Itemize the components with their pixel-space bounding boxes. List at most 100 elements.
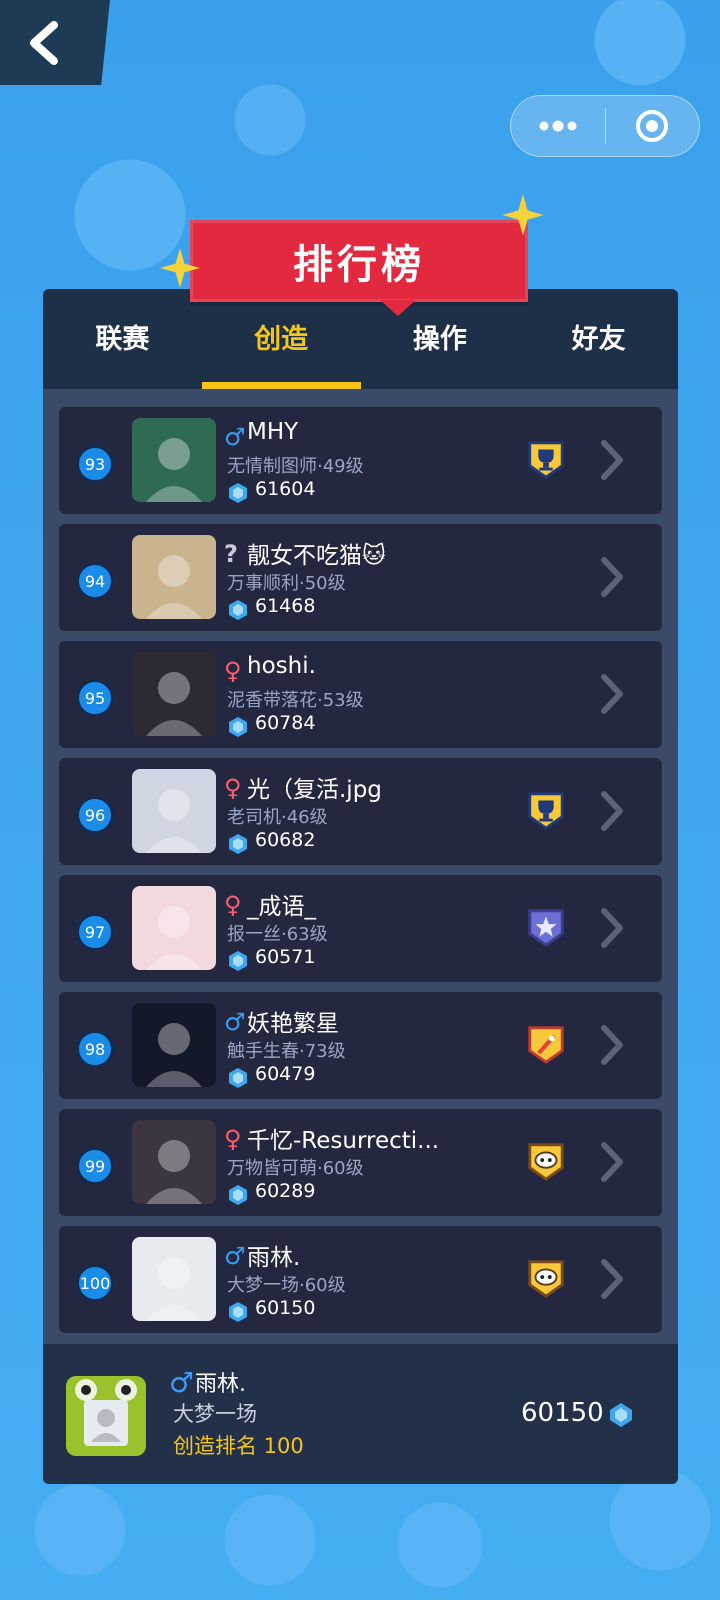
chevron-right-icon — [601, 908, 623, 948]
male-icon: ♂ — [169, 1366, 195, 1399]
avatar — [66, 1376, 146, 1456]
gem-icon — [229, 1185, 247, 1205]
tab-league[interactable]: 联赛 — [43, 289, 202, 389]
user-title: 报一丝·63级 — [227, 924, 328, 945]
chevron-right-icon — [601, 791, 623, 831]
more-dots-icon — [539, 120, 577, 132]
avatar — [132, 769, 216, 853]
user-title: 泥香带落花·53级 — [227, 690, 364, 711]
rank-number: 99 — [77, 1148, 113, 1184]
list-item[interactable]: 99 ♀ 千忆-Resurrecti... 万物皆可萌·60级 60289 — [59, 1109, 662, 1216]
user-name: _成语_ — [247, 894, 316, 920]
user-score: 60682 — [255, 829, 316, 851]
male-icon: ♂ — [224, 1008, 246, 1036]
ranking-list[interactable]: 93 ♂ MHY 无情制图师·49级 61604 94 ? 靓女不吃猫🐱 万事顺… — [59, 389, 662, 1344]
gem-icon — [229, 600, 247, 620]
list-item[interactable]: 93 ♂ MHY 无情制图师·49级 61604 — [59, 407, 662, 514]
question-icon: ? — [224, 540, 238, 568]
chevron-right-icon — [601, 557, 623, 597]
user-score: 60479 — [255, 1063, 316, 1085]
rank-number: 96 — [77, 797, 113, 833]
self-name: 雨林. — [195, 1372, 246, 1397]
sheep-badge-icon — [528, 1143, 564, 1181]
female-icon: ♀ — [224, 891, 242, 919]
capsule-menu — [510, 95, 700, 157]
chevron-right-icon — [601, 1142, 623, 1182]
trophy-badge-icon — [528, 792, 564, 830]
more-button[interactable] — [511, 96, 605, 156]
chevron-right-icon — [601, 1025, 623, 1065]
star-icon — [502, 194, 544, 236]
gem-icon — [229, 1302, 247, 1322]
ribbon-tail — [380, 300, 416, 316]
rank-number: 97 — [77, 914, 113, 950]
tab-friends[interactable]: 好友 — [519, 289, 678, 389]
leaderboard-panel: 联赛 创造 操作 好友 93 ♂ MHY 无情制图师·49级 61604 94 — [43, 289, 678, 1484]
list-item[interactable]: 98 ♂ 妖艳繁星 触手生春·73级 60479 — [59, 992, 662, 1099]
user-score: 61604 — [255, 478, 316, 500]
gem-icon — [229, 483, 247, 503]
avatar — [132, 886, 216, 970]
user-score: 60571 — [255, 946, 316, 968]
page-title: 排行榜 — [190, 220, 528, 302]
chevron-right-icon — [601, 674, 623, 714]
my-rank-card: ♂ 雨林. 大梦一场 创造排名 100 60150 — [43, 1344, 678, 1484]
gem-icon — [229, 951, 247, 971]
star-badge-icon — [528, 909, 564, 947]
chevron-right-icon — [601, 1259, 623, 1299]
user-name: 千忆-Resurrecti... — [247, 1128, 440, 1154]
user-name: MHY — [247, 419, 299, 445]
self-title: 大梦一场 — [173, 1402, 257, 1426]
user-name: 靓女不吃猫🐱 — [247, 543, 386, 569]
gem-icon — [229, 1068, 247, 1088]
chevron-left-icon — [30, 20, 58, 65]
avatar — [132, 1120, 216, 1204]
gem-icon — [229, 834, 247, 854]
avatar — [132, 535, 216, 619]
male-icon: ♂ — [224, 1242, 246, 1270]
user-title: 万物皆可萌·60级 — [227, 1158, 364, 1179]
male-icon: ♂ — [224, 423, 246, 451]
avatar — [132, 418, 216, 502]
user-score: 60784 — [255, 712, 316, 734]
rank-number: 95 — [77, 680, 113, 716]
list-item[interactable]: 100 ♂ 雨林. 大梦一场·60级 60150 — [59, 1226, 662, 1333]
list-item[interactable]: 96 ♀ 光（复活.jpg 老司机·46级 60682 — [59, 758, 662, 865]
chevron-right-icon — [601, 440, 623, 480]
female-icon: ♀ — [224, 1125, 242, 1153]
gem-icon — [229, 717, 247, 737]
trophy-badge-icon — [528, 441, 564, 479]
user-title: 触手生春·73级 — [227, 1041, 346, 1062]
user-name: 光（复活.jpg — [247, 777, 382, 803]
user-title: 万事顺利·50级 — [227, 573, 346, 594]
star-icon — [160, 248, 200, 288]
female-icon: ♀ — [224, 657, 242, 685]
user-name: 妖艳繁星 — [247, 1011, 339, 1037]
list-item[interactable]: 97 ♀ _成语_ 报一丝·63级 60571 — [59, 875, 662, 982]
rank-number: 94 — [77, 563, 113, 599]
user-score: 60150 — [255, 1297, 316, 1319]
user-name: hoshi. — [247, 653, 316, 679]
close-miniprogram-button[interactable] — [606, 96, 700, 156]
avatar — [132, 1003, 216, 1087]
tab-create[interactable]: 创造 — [201, 289, 361, 389]
user-title: 大梦一场·60级 — [227, 1275, 346, 1296]
rank-number: 98 — [77, 1031, 113, 1067]
rank-number: 100 — [77, 1265, 113, 1301]
user-title: 老司机·46级 — [227, 807, 328, 828]
list-item[interactable]: 95 ♀ hoshi. 泥香带落花·53级 60784 — [59, 641, 662, 748]
self-score: 60150 — [521, 1398, 604, 1428]
tab-bar: 联赛 创造 操作 好友 — [43, 289, 678, 389]
target-icon — [636, 110, 669, 142]
rocket-badge-icon — [528, 1026, 564, 1064]
user-name: 雨林. — [247, 1245, 301, 1271]
rank-number: 93 — [77, 446, 113, 482]
list-item[interactable]: 94 ? 靓女不吃猫🐱 万事顺利·50级 61468 — [59, 524, 662, 631]
user-score: 60289 — [255, 1180, 316, 1202]
gem-icon — [610, 1403, 632, 1427]
user-score: 61468 — [255, 595, 316, 617]
back-button[interactable] — [0, 0, 110, 85]
avatar — [132, 652, 216, 736]
user-title: 无情制图师·49级 — [227, 456, 364, 477]
avatar — [132, 1237, 216, 1321]
